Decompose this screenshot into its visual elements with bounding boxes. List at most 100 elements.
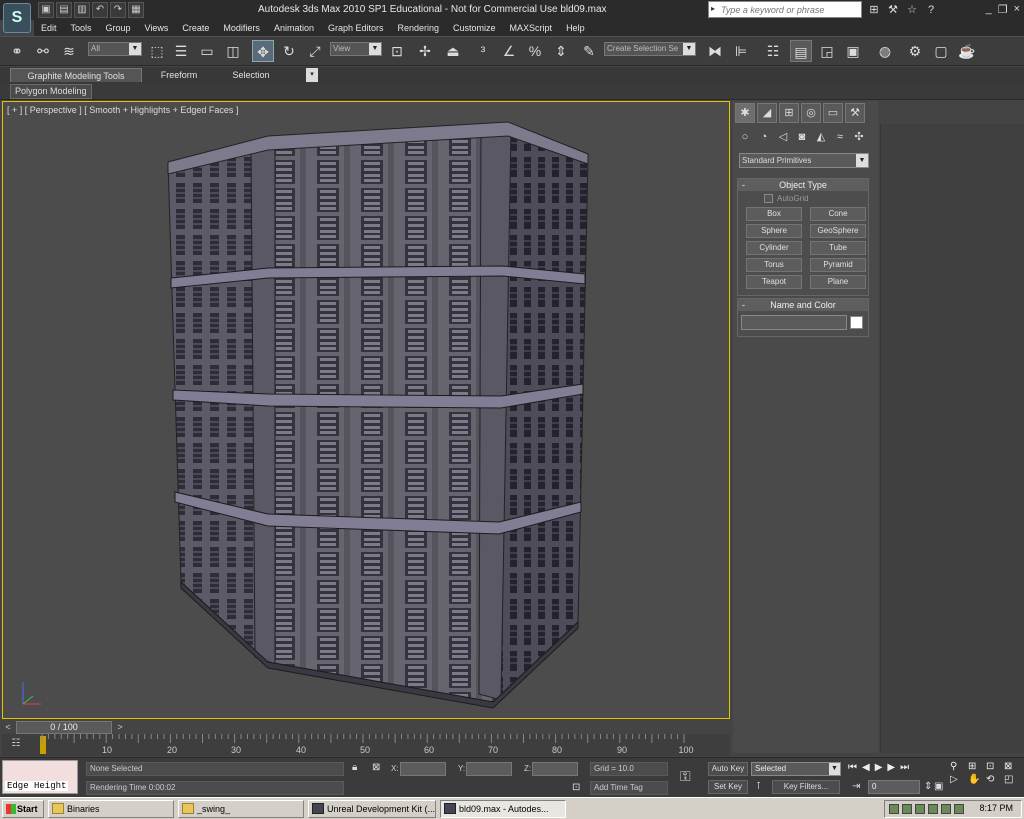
set-key-icon[interactable]: ⚿ (680, 768, 691, 785)
object-name-input[interactable] (741, 315, 847, 330)
geosphere-button[interactable]: GeoSphere (810, 224, 866, 238)
curve-editor-mini-icon[interactable]: ☷ (8, 738, 24, 752)
material-editor-icon[interactable]: ◍ (874, 40, 896, 62)
geometry-icon[interactable]: ○ (737, 129, 753, 145)
time-tag-icon[interactable]: ⊡ (572, 782, 580, 793)
building-model[interactable] (3, 102, 730, 719)
help-icon[interactable]: ? (923, 2, 939, 18)
menu-tools[interactable]: Tools (64, 20, 99, 36)
tray-network-icon[interactable] (889, 804, 899, 814)
torus-button[interactable]: Torus (746, 258, 802, 272)
menu-modifiers[interactable]: Modifiers (216, 20, 267, 36)
teapot-button[interactable]: Teapot (746, 275, 802, 289)
modify-tab-icon[interactable]: ◢ (757, 103, 777, 123)
ribbon-minimize-icon[interactable]: ▾ (306, 68, 318, 82)
add-time-tag-button[interactable]: Add Time Tag (590, 781, 668, 795)
rotate-icon[interactable]: ↻ (278, 40, 300, 62)
select-by-name-icon[interactable]: ☰ (170, 40, 192, 62)
orbit-icon[interactable]: ⟲ (986, 774, 1002, 785)
binoculars-icon[interactable]: ⊞ (866, 2, 882, 18)
open-file-icon[interactable]: ▤ (56, 2, 72, 18)
menu-create[interactable]: Create (175, 20, 216, 36)
systems-icon[interactable]: ✣ (851, 129, 867, 145)
graphite-toggle-icon[interactable]: ▤ (790, 40, 812, 62)
rendered-frame-icon[interactable]: ▢ (930, 40, 952, 62)
sphere-button[interactable]: Sphere (746, 224, 802, 238)
tube-button[interactable]: Tube (810, 241, 866, 255)
project-folder-icon[interactable]: ▦ (128, 2, 144, 18)
cylinder-button[interactable]: Cylinder (746, 241, 802, 255)
display-tab-icon[interactable]: ▭ (823, 103, 843, 123)
mirror-icon[interactable]: ⧓ (704, 40, 726, 62)
zoom-all-icon[interactable]: ⊞ (968, 761, 984, 772)
align-icon[interactable]: ⊫ (730, 40, 752, 62)
cameras-icon[interactable]: ◙ (794, 129, 810, 145)
shapes-icon[interactable]: ◔ (756, 129, 772, 145)
favorites-star-icon[interactable]: ☆ (904, 2, 920, 18)
keyboard-shortcut-icon[interactable]: ⏏ (442, 40, 464, 62)
frame-spinner-icon[interactable]: ⇕ (924, 781, 932, 792)
go-to-end-icon[interactable]: ⏭ (900, 762, 909, 773)
curve-editor-icon[interactable]: ◲ (816, 40, 838, 62)
edit-named-selection-icon[interactable]: ✎ (578, 40, 600, 62)
start-button[interactable]: Start (2, 800, 44, 818)
help-search-box[interactable]: ▸ (708, 1, 862, 18)
render-teapot-icon[interactable]: ☕ (956, 40, 978, 62)
primitive-category-dropdown[interactable]: Standard Primitives ▼ (739, 153, 869, 168)
maximize-viewport-icon[interactable]: ◰ (1004, 774, 1020, 785)
zoom-icon[interactable]: ⚲ (950, 761, 966, 772)
key-mode-dropdown[interactable]: Selected ▼ (751, 762, 841, 776)
x-coord-field[interactable] (400, 762, 446, 776)
autogrid-checkbox[interactable] (764, 193, 773, 203)
menu-rendering[interactable]: Rendering (391, 20, 447, 36)
y-coord-field[interactable] (466, 762, 512, 776)
time-prev-button[interactable]: < (2, 721, 14, 734)
utilities-tab-icon[interactable]: ⚒ (845, 103, 865, 123)
menu-help[interactable]: Help (559, 20, 592, 36)
hierarchy-tab-icon[interactable]: ⊞ (779, 103, 799, 123)
object-color-swatch[interactable] (850, 316, 863, 329)
auto-key-button[interactable]: Auto Key (708, 762, 748, 776)
key-filters-button[interactable]: Key Filters... (772, 780, 840, 794)
plane-button[interactable]: Plane (810, 275, 866, 289)
link-icon[interactable]: ⚭ (6, 40, 28, 62)
tray-update-icon[interactable] (954, 804, 964, 814)
tray-volume-icon[interactable] (928, 804, 938, 814)
menu-edit[interactable]: Edit (34, 20, 64, 36)
time-next-button[interactable]: > (114, 721, 126, 734)
task-binaries[interactable]: Binaries (48, 800, 174, 818)
menu-graph-editors[interactable]: Graph Editors (321, 20, 391, 36)
select-object-icon[interactable]: ⬚ (146, 40, 168, 62)
task-unreal[interactable]: Unreal Development Kit (... (308, 800, 436, 818)
time-configuration-icon[interactable]: ▣ (934, 781, 943, 792)
minimize-button[interactable]: _ (986, 3, 992, 16)
task-swing[interactable]: _swing_ (178, 800, 304, 818)
box-button[interactable]: Box (746, 207, 802, 221)
restore-button[interactable]: ❐ (998, 3, 1008, 16)
helpers-icon[interactable]: ◭ (813, 129, 829, 145)
zoom-extents-all-icon[interactable]: ⊠ (1004, 761, 1020, 772)
lock-selection-icon[interactable]: 🔒︎ (352, 762, 357, 773)
save-file-icon[interactable]: ▥ (74, 2, 90, 18)
manipulate-icon[interactable]: ✢ (414, 40, 436, 62)
track-bar[interactable]: ☷ 10 20 30 40 50 60 70 80 90 100 (2, 734, 730, 756)
go-to-start-icon[interactable]: ⏮ (848, 762, 857, 773)
tray-security-icon[interactable] (902, 804, 912, 814)
menu-maxscript[interactable]: MAXScript (503, 20, 560, 36)
spacewarps-icon[interactable]: ≈ (832, 129, 848, 145)
unlink-icon[interactable]: ⚯ (32, 40, 54, 62)
previous-frame-icon[interactable]: ◀ (862, 762, 870, 773)
object-type-header[interactable]: - Object Type (738, 179, 868, 191)
key-mode-toggle-icon[interactable]: ⇥ (852, 781, 860, 792)
play-icon[interactable]: ▶ (875, 762, 883, 773)
redo-icon[interactable]: ↷ (110, 2, 126, 18)
maxscript-listener[interactable]: Edge Height (2, 760, 78, 794)
angle-snap-icon[interactable]: ∠ (498, 40, 520, 62)
pan-icon[interactable]: ✋ (968, 774, 984, 785)
menu-views[interactable]: Views (138, 20, 176, 36)
tools-icon[interactable]: ⚒ (885, 2, 901, 18)
render-setup-icon[interactable]: ⚙ (904, 40, 926, 62)
scale-icon[interactable]: ⤢ (304, 40, 326, 62)
time-slider-thumb[interactable]: 0 / 100 (16, 721, 112, 734)
reference-coord-dropdown[interactable]: View ▼ (330, 42, 382, 56)
